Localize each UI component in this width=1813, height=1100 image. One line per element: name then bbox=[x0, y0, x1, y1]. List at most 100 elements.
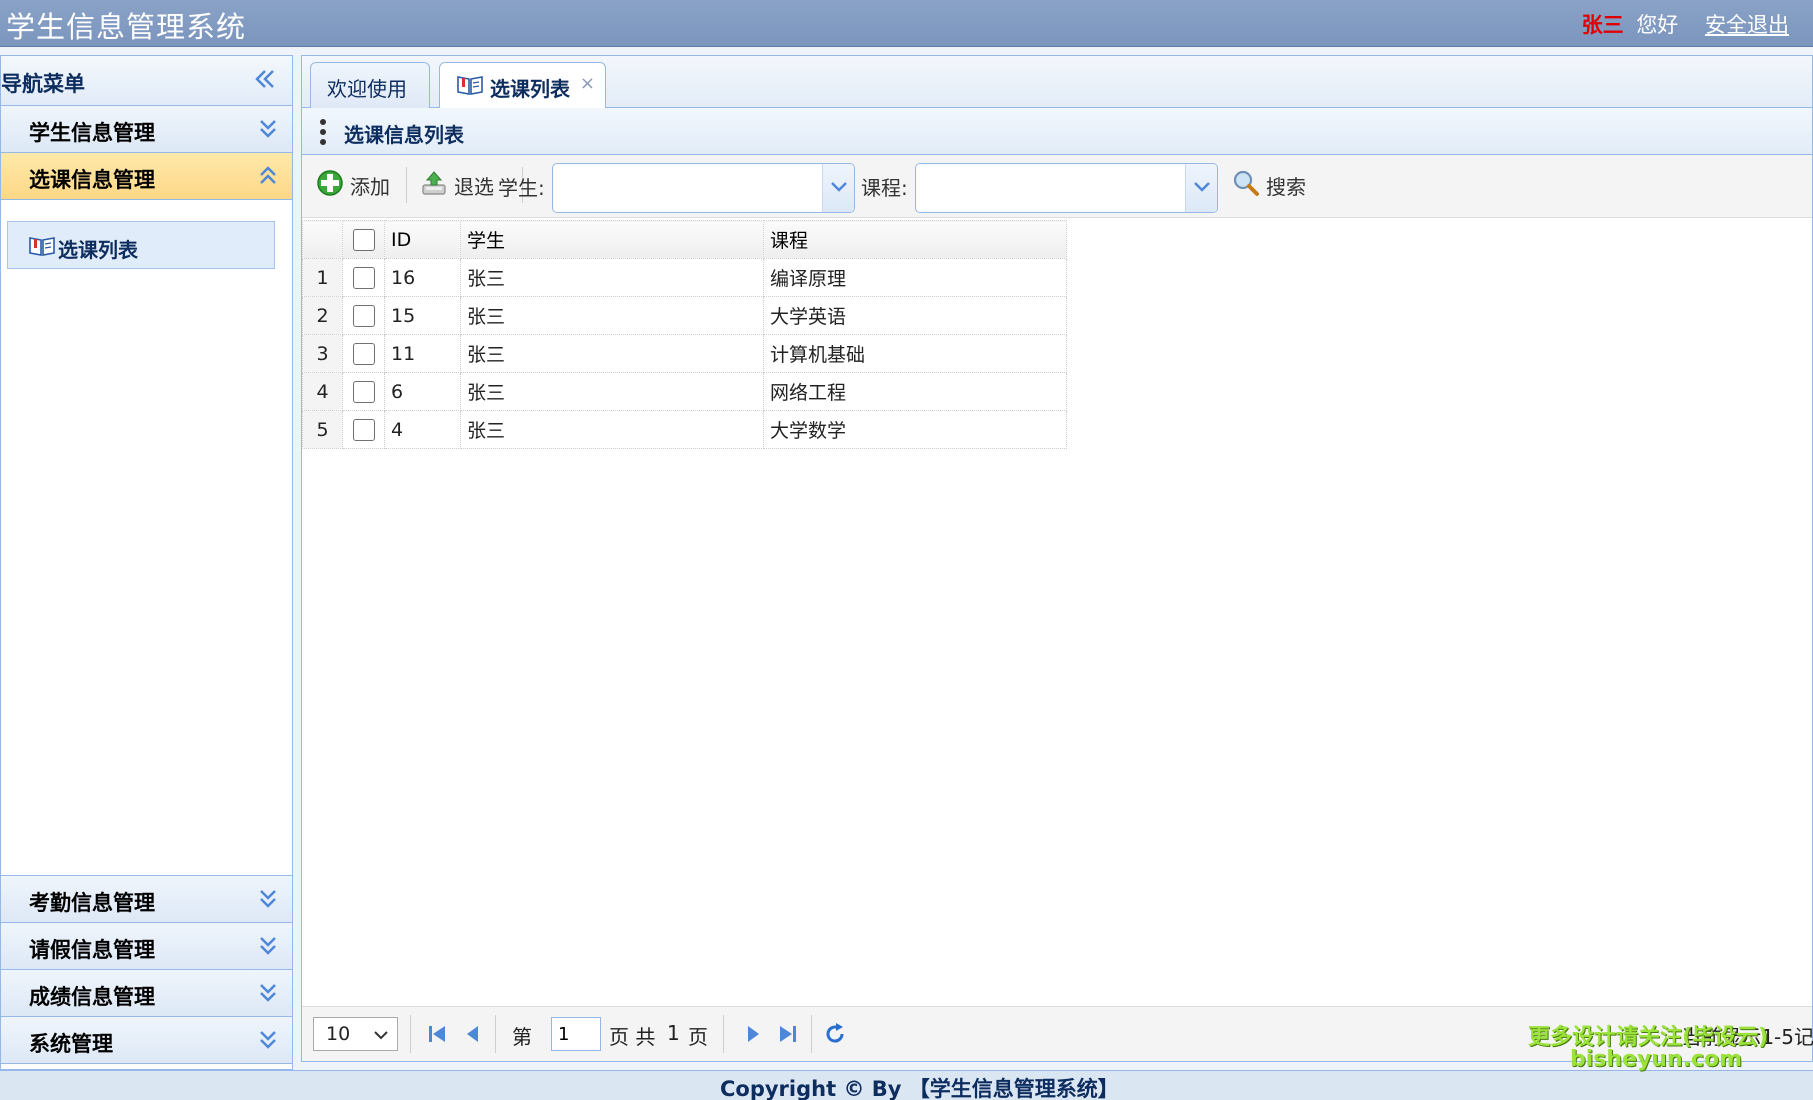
select-all-checkbox[interactable] bbox=[352, 228, 375, 251]
tab-welcome[interactable]: 欢迎使用 bbox=[310, 62, 430, 108]
cell-id: 11 bbox=[384, 334, 461, 373]
add-icon bbox=[317, 170, 343, 196]
cell-course: 网络工程 bbox=[763, 372, 1067, 411]
chevron-double-down-icon bbox=[260, 984, 276, 1002]
student-combobox[interactable] bbox=[552, 163, 855, 213]
select-all-cell bbox=[342, 220, 385, 259]
data-grid: ID 学生 课程 1 16 张三 编译原理 2 1 5 张三 大学英语 3 11 … bbox=[302, 220, 1812, 449]
row-select-cell bbox=[342, 296, 385, 335]
row-number: 1 bbox=[302, 258, 343, 297]
row-checkbox[interactable] bbox=[352, 304, 375, 327]
student-input[interactable] bbox=[559, 172, 809, 204]
panel-title: 选课信息列表 bbox=[344, 123, 464, 147]
table-row[interactable]: 2 15 张三 大学英语 bbox=[302, 296, 1067, 335]
main-panel: 欢迎使用 选课列表 × 选课信息列表 添加 退选 学生: 课程: 搜索 ID 学… bbox=[301, 55, 1813, 1062]
chevron-down-icon bbox=[1194, 182, 1210, 192]
add-button-label: 添加 bbox=[350, 175, 390, 199]
course-combobox[interactable] bbox=[915, 163, 1218, 213]
sidebar-item-course-list[interactable]: 选课列表 bbox=[7, 221, 275, 269]
row-checkbox[interactable] bbox=[352, 342, 375, 365]
column-header-id[interactable]: ID bbox=[384, 220, 461, 259]
row-number: 2 bbox=[302, 296, 343, 335]
page-number-input[interactable] bbox=[551, 1017, 601, 1051]
toolbar-divider bbox=[406, 167, 407, 203]
drop-course-button[interactable]: 退选 bbox=[420, 167, 500, 201]
page-suffix: 页 bbox=[688, 1025, 708, 1049]
cell-id: 6 bbox=[384, 372, 461, 411]
row-select-cell bbox=[342, 372, 385, 411]
course-input[interactable] bbox=[922, 172, 1172, 204]
column-header-course[interactable]: 课程 bbox=[763, 220, 1067, 259]
previous-page-icon[interactable] bbox=[460, 1021, 486, 1047]
sidebar-group-student[interactable]: 学生信息管理 bbox=[1, 106, 292, 153]
more-vertical-icon bbox=[320, 119, 326, 145]
chevron-double-down-icon bbox=[260, 1031, 276, 1049]
first-page-icon[interactable] bbox=[424, 1021, 450, 1047]
sidebar-item-label: 选课列表 bbox=[58, 238, 138, 262]
chevron-down-icon bbox=[374, 1031, 388, 1040]
table-row[interactable]: 5 4 张三 大学数学 bbox=[302, 410, 1067, 449]
dropdown-arrow[interactable] bbox=[1185, 164, 1217, 212]
cell-course: 编译原理 bbox=[763, 258, 1067, 297]
course-filter-label: 课程: bbox=[861, 176, 908, 200]
table-header-row: ID 学生 课程 bbox=[302, 220, 1067, 259]
add-button[interactable]: 添加 bbox=[316, 167, 396, 201]
cell-id: 4 bbox=[384, 410, 461, 449]
page-size-value: 10 bbox=[326, 1023, 351, 1045]
app-header: 学生信息管理系统 张三 您好 安全退出 bbox=[0, 0, 1813, 47]
search-button[interactable]: 搜索 bbox=[1232, 167, 1322, 201]
next-page-icon[interactable] bbox=[740, 1021, 766, 1047]
sidebar-group-body: 选课列表 bbox=[1, 200, 292, 876]
chevron-double-down-icon bbox=[260, 937, 276, 955]
search-icon bbox=[1233, 170, 1259, 196]
chevron-down-icon bbox=[831, 182, 847, 192]
drop-course-label: 退选 bbox=[454, 175, 494, 199]
row-select-cell bbox=[342, 258, 385, 297]
cell-course: 计算机基础 bbox=[763, 334, 1067, 373]
sidebar-group-label: 学生信息管理 bbox=[29, 121, 155, 145]
row-number: 5 bbox=[302, 410, 343, 449]
logout-link[interactable]: 安全退出 bbox=[1705, 13, 1789, 37]
book-icon bbox=[457, 76, 483, 95]
row-select-cell bbox=[342, 334, 385, 373]
user-name: 张三 bbox=[1581, 13, 1624, 37]
page-size-select[interactable]: 10 bbox=[313, 1017, 398, 1051]
row-checkbox[interactable] bbox=[352, 266, 375, 289]
dropdown-arrow[interactable] bbox=[822, 164, 854, 212]
close-icon[interactable]: × bbox=[580, 73, 595, 94]
row-number: 3 bbox=[302, 334, 343, 373]
grid-toolbar: 添加 退选 学生: 课程: 搜索 bbox=[302, 155, 1812, 218]
cell-student: 张三 bbox=[460, 258, 764, 297]
course-selection-table: ID 学生 课程 1 16 张三 编译原理 2 1 5 张三 大学英语 3 11 … bbox=[302, 220, 1067, 449]
sidebar-header: 导航菜单 bbox=[1, 56, 292, 106]
collapse-left-icon[interactable] bbox=[252, 64, 278, 94]
book-icon bbox=[29, 237, 55, 256]
rownum-header bbox=[302, 220, 343, 259]
sidebar-group-system[interactable]: 系统管理 bbox=[1, 1017, 292, 1064]
tray-upload-icon bbox=[422, 171, 446, 195]
sidebar-group-attendance[interactable]: 考勤信息管理 bbox=[1, 876, 292, 923]
table-row[interactable]: 3 11 张三 计算机基础 bbox=[302, 334, 1067, 373]
cell-id: 16 bbox=[384, 258, 461, 297]
total-pages: 1 bbox=[667, 1021, 680, 1045]
user-area: 张三 您好 安全退出 bbox=[1582, 9, 1789, 39]
search-button-label: 搜索 bbox=[1266, 175, 1306, 199]
tab-course-list[interactable]: 选课列表 × bbox=[439, 62, 606, 109]
sidebar-group-grades[interactable]: 成绩信息管理 bbox=[1, 970, 292, 1017]
sidebar-group-leave[interactable]: 请假信息管理 bbox=[1, 923, 292, 970]
tab-label: 选课列表 bbox=[490, 77, 570, 101]
navigation-sidebar: 导航菜单 学生信息管理 选课信息管理 选课列表 考勤信息管理 请假信息管理 成绩… bbox=[0, 55, 293, 1070]
column-header-student[interactable]: 学生 bbox=[460, 220, 764, 259]
panel-title-bar: 选课信息列表 bbox=[302, 108, 1812, 155]
last-page-icon[interactable] bbox=[775, 1021, 801, 1047]
sidebar-group-label: 系统管理 bbox=[29, 1032, 113, 1056]
sidebar-group-course-selection[interactable]: 选课信息管理 bbox=[1, 153, 292, 200]
row-checkbox[interactable] bbox=[352, 418, 375, 441]
page-footer: Copyright © By 【学生信息管理系统】 bbox=[0, 1070, 1813, 1100]
table-row[interactable]: 4 6 张三 网络工程 bbox=[302, 372, 1067, 411]
row-checkbox[interactable] bbox=[352, 380, 375, 403]
table-row[interactable]: 1 16 张三 编译原理 bbox=[302, 258, 1067, 297]
page-mid-text: 页 共 bbox=[609, 1025, 656, 1049]
refresh-icon[interactable] bbox=[822, 1021, 848, 1047]
pager-divider bbox=[811, 1015, 812, 1053]
